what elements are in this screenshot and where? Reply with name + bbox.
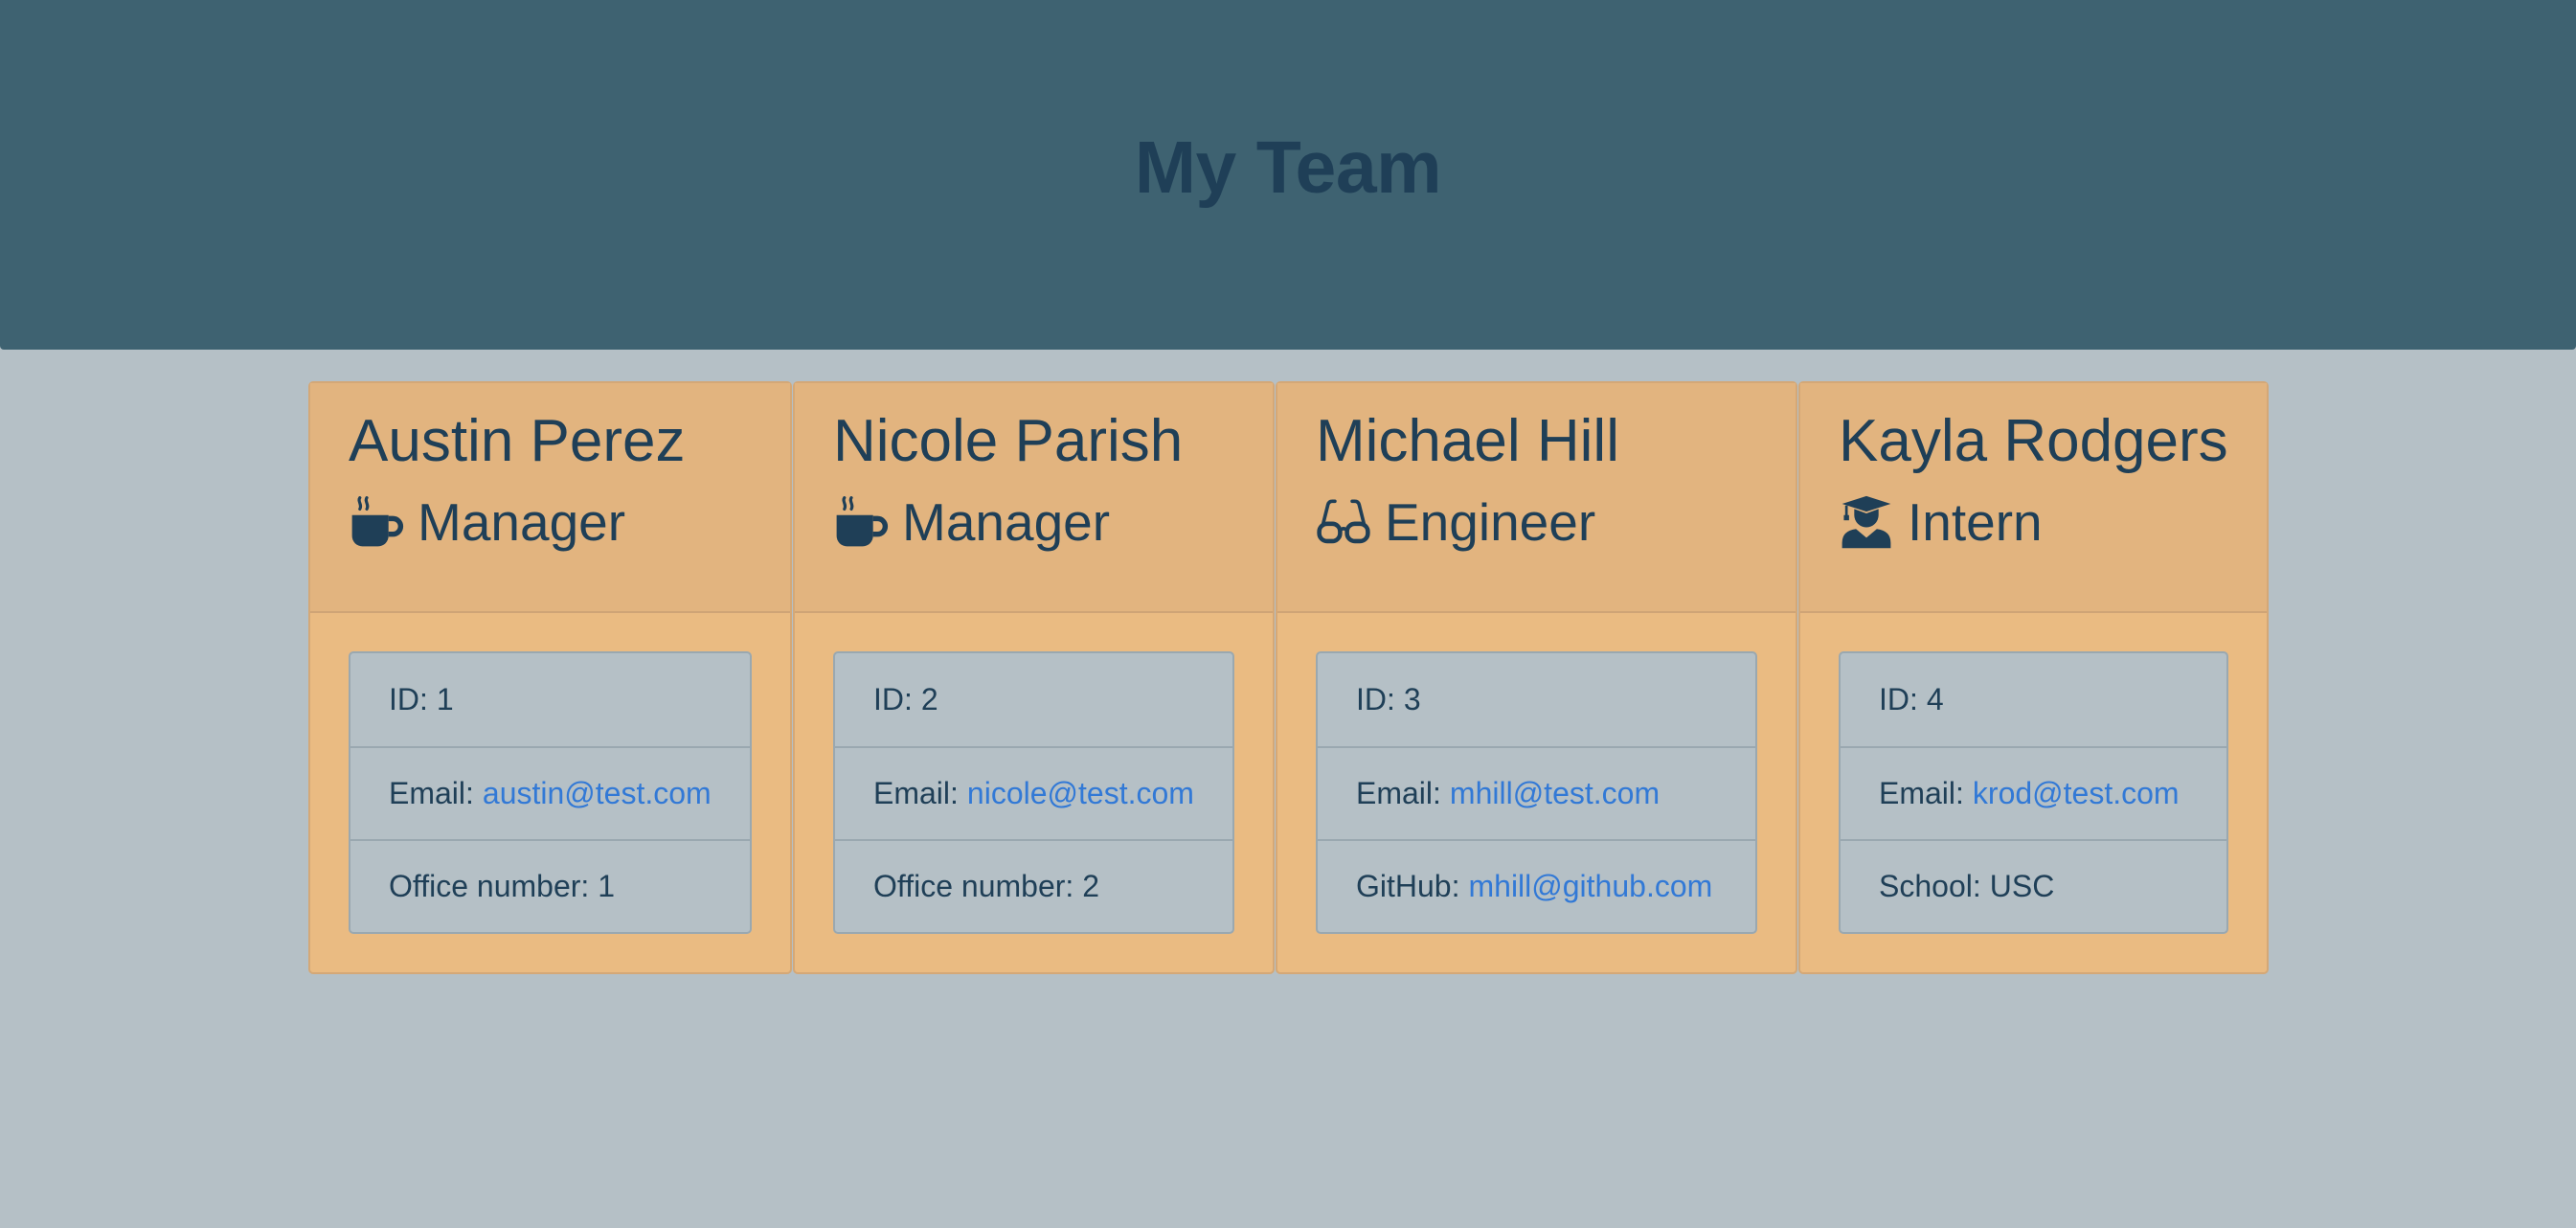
card-body: ID: 3 Email: mhill@test.com GitHub: mhil… <box>1277 613 1796 934</box>
employee-name: Nicole Parish <box>833 408 1184 474</box>
id-value: 4 <box>1926 682 1944 716</box>
id-value: 1 <box>436 682 454 716</box>
email-label: Email: <box>873 776 959 810</box>
team-cards: Austin Perez Manager ID: 1 Email: austin… <box>308 381 2269 974</box>
email-label: Email: <box>1356 776 1441 810</box>
school-value: USC <box>1989 869 2055 903</box>
employee-role: Manager <box>833 490 1234 554</box>
email-item: Email: nicole@test.com <box>835 746 1232 839</box>
role-label: Engineer <box>1385 492 1596 553</box>
role-label: Intern <box>1908 492 2043 553</box>
email-item: Email: krod@test.com <box>1841 746 2226 839</box>
id-value: 3 <box>1403 682 1421 716</box>
employee-name: Michael Hill <box>1316 408 1619 474</box>
office-number-label: Office number: <box>873 869 1074 903</box>
graduate-icon <box>1839 494 1894 550</box>
email-link[interactable]: krod@test.com <box>1973 776 2180 811</box>
card-header: Kayla Rodgers Intern <box>1800 383 2267 613</box>
employee-details: ID: 4 Email: krod@test.com School: USC <box>1839 651 2228 934</box>
employee-name: Austin Perez <box>349 408 686 474</box>
employee-details: ID: 2 Email: nicole@test.com Office numb… <box>833 651 1234 934</box>
email-label: Email: <box>389 776 474 810</box>
mug-hot-icon <box>833 494 889 550</box>
employee-name: Kayla Rodgers <box>1839 408 2228 474</box>
id-value: 2 <box>920 682 938 716</box>
page-title: My Team <box>1134 126 1442 209</box>
id-item: ID: 4 <box>1841 653 2226 746</box>
role-label: Manager <box>902 492 1111 553</box>
office-number-item: Office number: 1 <box>350 839 750 932</box>
email-link[interactable]: mhill@test.com <box>1450 776 1660 811</box>
page-header: My Team <box>0 0 2576 350</box>
card-body: ID: 2 Email: nicole@test.com Office numb… <box>795 613 1273 934</box>
id-label: ID: <box>873 682 913 716</box>
employee-card: Nicole Parish Manager ID: 2 Email: nicol… <box>793 381 1275 974</box>
card-body: ID: 4 Email: krod@test.com School: USC <box>1800 613 2267 934</box>
github-label: GitHub: <box>1356 869 1460 903</box>
role-label: Manager <box>418 492 626 553</box>
id-label: ID: <box>389 682 428 716</box>
employee-role: Engineer <box>1316 490 1757 554</box>
email-link[interactable]: nicole@test.com <box>967 776 1194 811</box>
employee-card: Kayla Rodgers Intern ID: 4 Email: krod@t… <box>1798 381 2269 974</box>
glasses-icon <box>1316 494 1371 550</box>
employee-role: Manager <box>349 490 752 554</box>
card-header: Michael Hill Engineer <box>1277 383 1796 613</box>
employee-details: ID: 1 Email: austin@test.com Office numb… <box>349 651 752 934</box>
email-item: Email: mhill@test.com <box>1318 746 1755 839</box>
email-label: Email: <box>1879 776 1964 810</box>
office-number-label: Office number: <box>389 869 590 903</box>
github-link[interactable]: mhill@github.com <box>1468 869 1712 904</box>
github-item: GitHub: mhill@github.com <box>1318 839 1755 932</box>
email-link[interactable]: austin@test.com <box>483 776 712 811</box>
id-item: ID: 1 <box>350 653 750 746</box>
employee-details: ID: 3 Email: mhill@test.com GitHub: mhil… <box>1316 651 1757 934</box>
id-item: ID: 2 <box>835 653 1232 746</box>
id-label: ID: <box>1879 682 1918 716</box>
office-number-value: 2 <box>1082 869 1100 903</box>
office-number-value: 1 <box>598 869 616 903</box>
mug-hot-icon <box>349 494 404 550</box>
email-item: Email: austin@test.com <box>350 746 750 839</box>
id-label: ID: <box>1356 682 1395 716</box>
employee-role: Intern <box>1839 490 2228 554</box>
school-label: School: <box>1879 869 1981 903</box>
card-header: Nicole Parish Manager <box>795 383 1273 613</box>
school-item: School: USC <box>1841 839 2226 932</box>
employee-card: Michael Hill Engineer ID: 3 Email: mhill… <box>1276 381 1797 974</box>
card-header: Austin Perez Manager <box>310 383 790 613</box>
employee-card: Austin Perez Manager ID: 1 Email: austin… <box>308 381 792 974</box>
office-number-item: Office number: 2 <box>835 839 1232 932</box>
id-item: ID: 3 <box>1318 653 1755 746</box>
card-body: ID: 1 Email: austin@test.com Office numb… <box>310 613 790 934</box>
